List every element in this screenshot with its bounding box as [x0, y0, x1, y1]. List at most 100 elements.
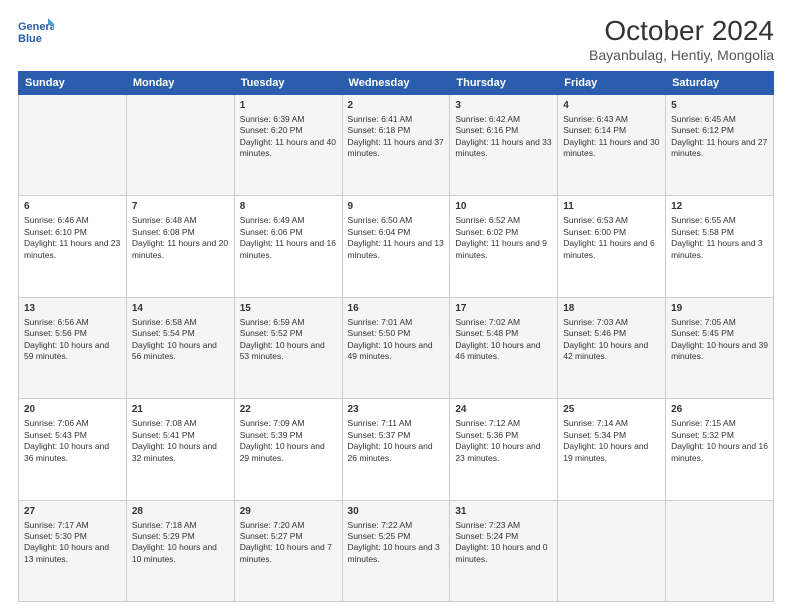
header-thursday: Thursday — [450, 71, 558, 94]
week-row-5: 27Sunrise: 7:17 AMSunset: 5:30 PMDayligh… — [19, 500, 774, 601]
cell-4-3: 30Sunrise: 7:22 AMSunset: 5:25 PMDayligh… — [342, 500, 450, 601]
header-monday: Monday — [126, 71, 234, 94]
cell-4-6 — [666, 500, 774, 601]
cell-3-3: 23Sunrise: 7:11 AMSunset: 5:37 PMDayligh… — [342, 399, 450, 500]
header-tuesday: Tuesday — [234, 71, 342, 94]
header-sunday: Sunday — [19, 71, 127, 94]
cell-0-3: 2Sunrise: 6:41 AMSunset: 6:18 PMDaylight… — [342, 94, 450, 195]
cell-1-1: 7Sunrise: 6:48 AMSunset: 6:08 PMDaylight… — [126, 196, 234, 297]
cell-4-4: 31Sunrise: 7:23 AMSunset: 5:24 PMDayligh… — [450, 500, 558, 601]
header-saturday: Saturday — [666, 71, 774, 94]
day-number: 10 — [455, 200, 552, 214]
day-content: Sunrise: 6:52 AMSunset: 6:02 PMDaylight:… — [455, 215, 552, 261]
day-number: 20 — [24, 403, 121, 417]
cell-3-4: 24Sunrise: 7:12 AMSunset: 5:36 PMDayligh… — [450, 399, 558, 500]
week-row-3: 13Sunrise: 6:56 AMSunset: 5:56 PMDayligh… — [19, 297, 774, 398]
day-content: Sunrise: 6:42 AMSunset: 6:16 PMDaylight:… — [455, 114, 552, 160]
cell-0-6: 5Sunrise: 6:45 AMSunset: 6:12 PMDaylight… — [666, 94, 774, 195]
cell-3-1: 21Sunrise: 7:08 AMSunset: 5:41 PMDayligh… — [126, 399, 234, 500]
day-content: Sunrise: 6:56 AMSunset: 5:56 PMDaylight:… — [24, 317, 121, 363]
cell-1-0: 6Sunrise: 6:46 AMSunset: 6:10 PMDaylight… — [19, 196, 127, 297]
day-number: 18 — [563, 302, 660, 316]
day-content: Sunrise: 7:02 AMSunset: 5:48 PMDaylight:… — [455, 317, 552, 363]
day-number: 8 — [240, 200, 337, 214]
day-number: 3 — [455, 99, 552, 113]
day-number: 23 — [348, 403, 445, 417]
day-content: Sunrise: 6:45 AMSunset: 6:12 PMDaylight:… — [671, 114, 768, 160]
cell-2-1: 14Sunrise: 6:58 AMSunset: 5:54 PMDayligh… — [126, 297, 234, 398]
day-content: Sunrise: 7:20 AMSunset: 5:27 PMDaylight:… — [240, 520, 337, 566]
header-friday: Friday — [558, 71, 666, 94]
day-number: 12 — [671, 200, 768, 214]
day-content: Sunrise: 6:50 AMSunset: 6:04 PMDaylight:… — [348, 215, 445, 261]
week-row-1: 1Sunrise: 6:39 AMSunset: 6:20 PMDaylight… — [19, 94, 774, 195]
header-wednesday: Wednesday — [342, 71, 450, 94]
cell-4-5 — [558, 500, 666, 601]
day-number: 13 — [24, 302, 121, 316]
day-content: Sunrise: 7:18 AMSunset: 5:29 PMDaylight:… — [132, 520, 229, 566]
cell-2-5: 18Sunrise: 7:03 AMSunset: 5:46 PMDayligh… — [558, 297, 666, 398]
day-content: Sunrise: 7:15 AMSunset: 5:32 PMDaylight:… — [671, 418, 768, 464]
day-content: Sunrise: 7:06 AMSunset: 5:43 PMDaylight:… — [24, 418, 121, 464]
day-content: Sunrise: 7:17 AMSunset: 5:30 PMDaylight:… — [24, 520, 121, 566]
cell-1-3: 9Sunrise: 6:50 AMSunset: 6:04 PMDaylight… — [342, 196, 450, 297]
cell-3-5: 25Sunrise: 7:14 AMSunset: 5:34 PMDayligh… — [558, 399, 666, 500]
day-number: 30 — [348, 505, 445, 519]
day-number: 6 — [24, 200, 121, 214]
day-content: Sunrise: 7:12 AMSunset: 5:36 PMDaylight:… — [455, 418, 552, 464]
day-number: 28 — [132, 505, 229, 519]
day-number: 5 — [671, 99, 768, 113]
cell-3-2: 22Sunrise: 7:09 AMSunset: 5:39 PMDayligh… — [234, 399, 342, 500]
header-row: SundayMondayTuesdayWednesdayThursdayFrid… — [19, 71, 774, 94]
cell-4-2: 29Sunrise: 7:20 AMSunset: 5:27 PMDayligh… — [234, 500, 342, 601]
subtitle: Bayanbulag, Hentiy, Mongolia — [589, 47, 774, 63]
page: General Blue October 2024 Bayanbulag, He… — [0, 0, 792, 612]
logo: General Blue — [18, 16, 50, 48]
day-content: Sunrise: 7:11 AMSunset: 5:37 PMDaylight:… — [348, 418, 445, 464]
day-content: Sunrise: 7:05 AMSunset: 5:45 PMDaylight:… — [671, 317, 768, 363]
cell-2-2: 15Sunrise: 6:59 AMSunset: 5:52 PMDayligh… — [234, 297, 342, 398]
day-content: Sunrise: 7:01 AMSunset: 5:50 PMDaylight:… — [348, 317, 445, 363]
cell-1-2: 8Sunrise: 6:49 AMSunset: 6:06 PMDaylight… — [234, 196, 342, 297]
day-content: Sunrise: 6:46 AMSunset: 6:10 PMDaylight:… — [24, 215, 121, 261]
day-content: Sunrise: 6:39 AMSunset: 6:20 PMDaylight:… — [240, 114, 337, 160]
day-number: 1 — [240, 99, 337, 113]
svg-text:Blue: Blue — [18, 33, 42, 45]
day-content: Sunrise: 6:55 AMSunset: 5:58 PMDaylight:… — [671, 215, 768, 261]
day-content: Sunrise: 6:48 AMSunset: 6:08 PMDaylight:… — [132, 215, 229, 261]
day-number: 26 — [671, 403, 768, 417]
day-content: Sunrise: 6:53 AMSunset: 6:00 PMDaylight:… — [563, 215, 660, 261]
day-number: 7 — [132, 200, 229, 214]
day-number: 11 — [563, 200, 660, 214]
day-number: 31 — [455, 505, 552, 519]
day-number: 22 — [240, 403, 337, 417]
day-content: Sunrise: 7:03 AMSunset: 5:46 PMDaylight:… — [563, 317, 660, 363]
day-number: 24 — [455, 403, 552, 417]
day-number: 25 — [563, 403, 660, 417]
week-row-2: 6Sunrise: 6:46 AMSunset: 6:10 PMDaylight… — [19, 196, 774, 297]
cell-2-4: 17Sunrise: 7:02 AMSunset: 5:48 PMDayligh… — [450, 297, 558, 398]
cell-2-3: 16Sunrise: 7:01 AMSunset: 5:50 PMDayligh… — [342, 297, 450, 398]
day-number: 4 — [563, 99, 660, 113]
cell-0-0 — [19, 94, 127, 195]
cell-1-5: 11Sunrise: 6:53 AMSunset: 6:00 PMDayligh… — [558, 196, 666, 297]
day-number: 19 — [671, 302, 768, 316]
day-number: 14 — [132, 302, 229, 316]
calendar-table: SundayMondayTuesdayWednesdayThursdayFrid… — [18, 71, 774, 602]
header: General Blue October 2024 Bayanbulag, He… — [18, 16, 774, 63]
cell-0-1 — [126, 94, 234, 195]
day-number: 17 — [455, 302, 552, 316]
day-number: 21 — [132, 403, 229, 417]
day-number: 29 — [240, 505, 337, 519]
title-block: October 2024 Bayanbulag, Hentiy, Mongoli… — [589, 16, 774, 63]
day-number: 9 — [348, 200, 445, 214]
day-content: Sunrise: 7:14 AMSunset: 5:34 PMDaylight:… — [563, 418, 660, 464]
day-content: Sunrise: 7:23 AMSunset: 5:24 PMDaylight:… — [455, 520, 552, 566]
day-content: Sunrise: 6:41 AMSunset: 6:18 PMDaylight:… — [348, 114, 445, 160]
calendar-body: 1Sunrise: 6:39 AMSunset: 6:20 PMDaylight… — [19, 94, 774, 601]
cell-1-4: 10Sunrise: 6:52 AMSunset: 6:02 PMDayligh… — [450, 196, 558, 297]
day-number: 2 — [348, 99, 445, 113]
cell-4-1: 28Sunrise: 7:18 AMSunset: 5:29 PMDayligh… — [126, 500, 234, 601]
cell-4-0: 27Sunrise: 7:17 AMSunset: 5:30 PMDayligh… — [19, 500, 127, 601]
day-number: 15 — [240, 302, 337, 316]
